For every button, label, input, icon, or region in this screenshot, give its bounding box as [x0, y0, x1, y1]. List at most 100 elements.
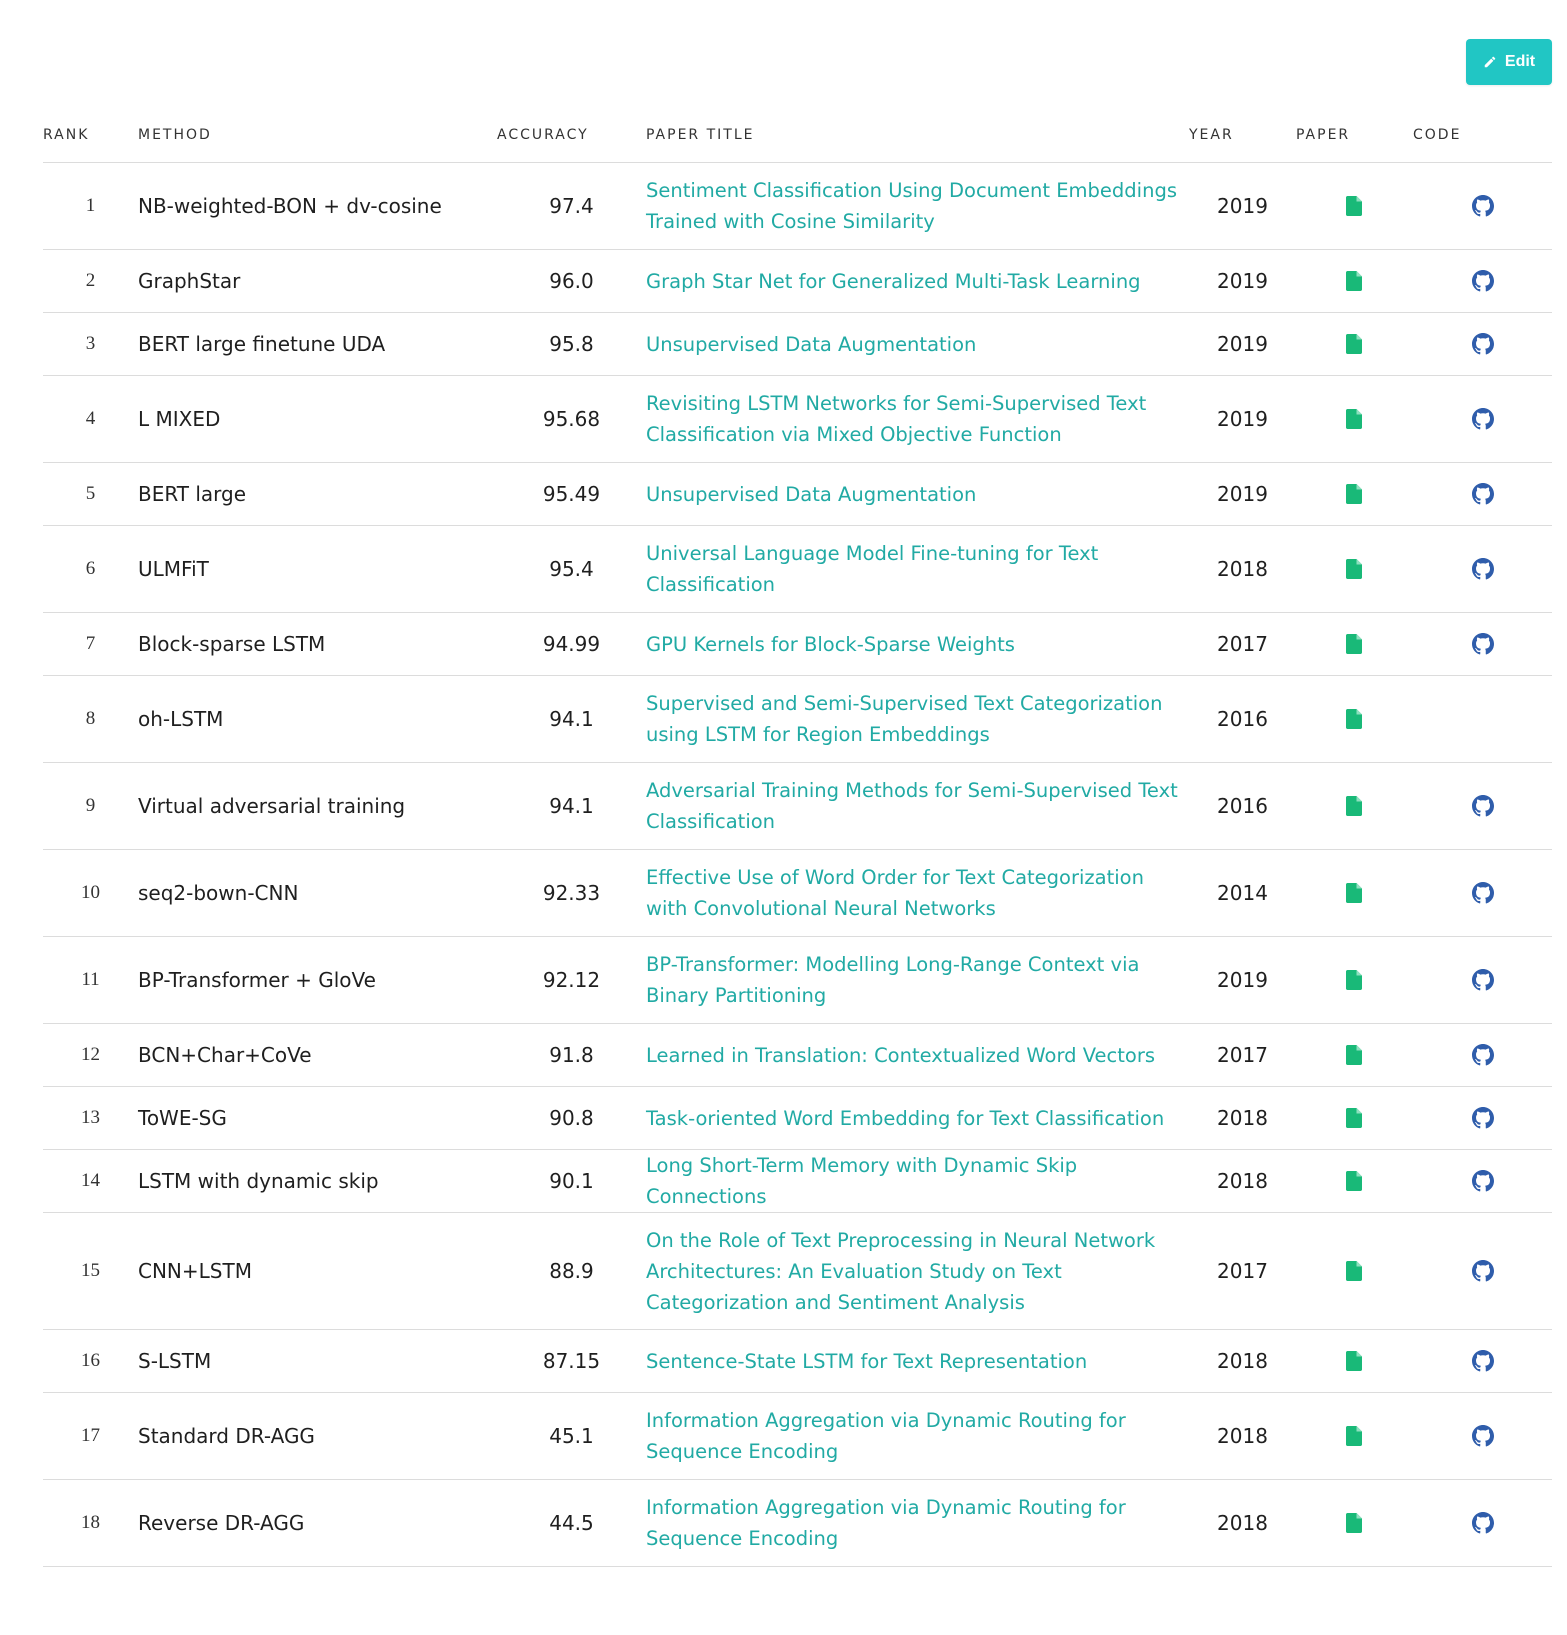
paper-title-link[interactable]: Revisiting LSTM Networks for Semi-Superv… — [646, 388, 1189, 450]
column-header-code[interactable]: CODE — [1413, 108, 1552, 163]
paper-title-link[interactable]: Effective Use of Word Order for Text Cat… — [646, 862, 1189, 924]
column-header-paper-title[interactable]: PAPER TITLE — [646, 108, 1189, 163]
paper-title-link[interactable]: BP-Transformer: Modelling Long-Range Con… — [646, 949, 1189, 1011]
paper-file-icon[interactable] — [1346, 709, 1363, 729]
github-icon[interactable] — [1471, 1044, 1494, 1066]
column-header-paper[interactable]: PAPER — [1296, 108, 1413, 163]
paper-title-cell: Adversarial Training Methods for Semi-Su… — [646, 762, 1189, 850]
accuracy-cell: 95.4 — [497, 525, 646, 613]
paper-title-link[interactable]: Unsupervised Data Augmentation — [646, 329, 1189, 360]
paper-cell — [1296, 249, 1413, 313]
accuracy-cell: 91.8 — [497, 1023, 646, 1087]
github-icon[interactable] — [1471, 1170, 1494, 1192]
year-cell: 2017 — [1189, 612, 1296, 676]
github-icon[interactable] — [1471, 195, 1494, 217]
paper-title-link[interactable]: Universal Language Model Fine-tuning for… — [646, 538, 1189, 600]
paper-file-icon[interactable] — [1346, 1513, 1363, 1533]
code-cell — [1413, 936, 1552, 1024]
rank-cell: 13 — [43, 1086, 138, 1150]
column-header-year[interactable]: YEAR — [1189, 108, 1296, 163]
github-icon[interactable] — [1471, 558, 1494, 580]
github-icon[interactable] — [1471, 483, 1494, 505]
github-icon[interactable] — [1471, 1512, 1494, 1534]
paper-file-icon[interactable] — [1346, 559, 1363, 579]
rank-cell: 17 — [43, 1392, 138, 1480]
paper-title-cell: Unsupervised Data Augmentation — [646, 462, 1189, 526]
paper-title-link[interactable]: Information Aggregation via Dynamic Rout… — [646, 1492, 1189, 1554]
github-icon[interactable] — [1471, 633, 1494, 655]
table-row: 10 seq2-bown-CNN 92.33 Effective Use of Wor… — [43, 849, 1552, 937]
code-cell — [1413, 849, 1552, 937]
github-icon[interactable] — [1471, 969, 1494, 991]
leaderboard-page: Edit RANK METHOD ACCURACY PAPER TITLE YE… — [0, 0, 1567, 1635]
code-cell — [1413, 1023, 1552, 1087]
paper-title-link[interactable]: Information Aggregation via Dynamic Rout… — [646, 1405, 1189, 1467]
column-header-method[interactable]: METHOD — [138, 108, 497, 163]
paper-title-link[interactable]: Supervised and Semi-Supervised Text Cate… — [646, 688, 1189, 750]
table-row: 4L MIXED 95.68 Revisiting LSTM Networks fo… — [43, 375, 1552, 463]
paper-file-icon[interactable] — [1346, 484, 1363, 504]
paper-cell — [1296, 849, 1413, 937]
paper-file-icon[interactable] — [1346, 271, 1363, 291]
paper-file-icon[interactable] — [1346, 1045, 1363, 1065]
paper-title-link[interactable]: Long Short-Term Memory with Dynamic Skip… — [646, 1150, 1189, 1212]
method-cell: BP-Transformer + GloVe — [138, 936, 497, 1024]
year-cell: 2019 — [1189, 375, 1296, 463]
paper-file-icon[interactable] — [1346, 1426, 1363, 1446]
paper-file-icon[interactable] — [1346, 1171, 1363, 1191]
github-icon[interactable] — [1471, 270, 1494, 292]
paper-file-icon[interactable] — [1346, 1108, 1363, 1128]
column-header-rank[interactable]: RANK — [43, 108, 138, 163]
method-cell: oh-LSTM — [138, 675, 497, 763]
paper-title-link[interactable]: Learned in Translation: Contextualized W… — [646, 1040, 1189, 1071]
paper-title-link[interactable]: GPU Kernels for Block-Sparse Weights — [646, 629, 1189, 660]
accuracy-cell: 90.8 — [497, 1086, 646, 1150]
paper-title-link[interactable]: On the Role of Text Preprocessing in Neu… — [646, 1225, 1189, 1318]
paper-file-icon[interactable] — [1346, 634, 1363, 654]
paper-file-icon[interactable] — [1346, 796, 1363, 816]
edit-button[interactable]: Edit — [1466, 39, 1552, 85]
code-cell — [1413, 1212, 1552, 1330]
paper-cell — [1296, 525, 1413, 613]
table-row: 8 oh-LSTM 94.1 Supervised and Semi-Supervis… — [43, 675, 1552, 763]
paper-cell — [1296, 675, 1413, 763]
paper-file-icon[interactable] — [1346, 883, 1363, 903]
paper-title-link[interactable]: Task-oriented Word Embedding for Text Cl… — [646, 1103, 1189, 1134]
paper-title-link[interactable]: Sentence-State LSTM for Text Representat… — [646, 1346, 1189, 1377]
paper-title-cell: Graph Star Net for Generalized Multi-Tas… — [646, 249, 1189, 313]
github-icon[interactable] — [1471, 795, 1494, 817]
paper-file-icon[interactable] — [1346, 1351, 1363, 1371]
github-icon[interactable] — [1471, 1260, 1494, 1282]
table-row: 3 BERT large finetune UDA 95.8 Unsupervised… — [43, 312, 1552, 376]
method-cell: BERT large — [138, 462, 497, 526]
github-icon[interactable] — [1471, 1350, 1494, 1372]
year-cell: 2016 — [1189, 762, 1296, 850]
rank-cell: 12 — [43, 1023, 138, 1087]
paper-title-link[interactable]: Graph Star Net for Generalized Multi-Tas… — [646, 266, 1189, 297]
code-cell — [1413, 462, 1552, 526]
github-icon[interactable] — [1471, 882, 1494, 904]
paper-cell — [1296, 1479, 1413, 1567]
github-icon[interactable] — [1471, 1425, 1494, 1447]
table-row: 16 S-LSTM 87.15 Sentence-State LSTM for Tex… — [43, 1329, 1552, 1393]
github-icon[interactable] — [1471, 408, 1494, 430]
paper-file-icon[interactable] — [1346, 334, 1363, 354]
paper-title-link[interactable]: Unsupervised Data Augmentation — [646, 479, 1189, 510]
github-icon[interactable] — [1471, 333, 1494, 355]
paper-file-icon[interactable] — [1346, 409, 1363, 429]
paper-title-link[interactable]: Sentiment Classification Using Document … — [646, 175, 1189, 237]
paper-file-icon[interactable] — [1346, 970, 1363, 990]
rank-cell: 11 — [43, 936, 138, 1024]
paper-file-icon[interactable] — [1346, 1261, 1363, 1281]
code-cell — [1413, 1329, 1552, 1393]
paper-file-icon[interactable] — [1346, 196, 1363, 216]
column-header-accuracy[interactable]: ACCURACY — [497, 108, 646, 163]
year-cell: 2019 — [1189, 312, 1296, 376]
method-cell: Virtual adversarial training — [138, 762, 497, 850]
table-row: 15 CNN+LSTM 88.9 On the Role of Text Prepro… — [43, 1212, 1552, 1330]
paper-cell — [1296, 375, 1413, 463]
code-cell — [1413, 312, 1552, 376]
github-icon[interactable] — [1471, 1107, 1494, 1129]
paper-cell — [1296, 1149, 1413, 1213]
paper-title-link[interactable]: Adversarial Training Methods for Semi-Su… — [646, 775, 1189, 837]
